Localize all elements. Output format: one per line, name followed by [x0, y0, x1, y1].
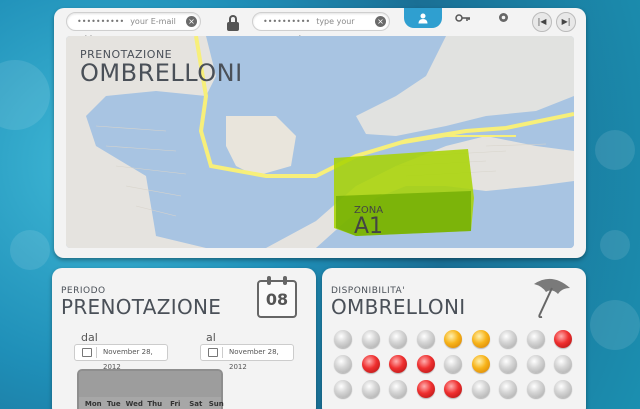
umbrella-spot-grey[interactable]: [554, 355, 572, 373]
calendar-small-icon: [82, 348, 92, 357]
umbrella-spot-grey[interactable]: [526, 380, 545, 398]
weekday-label: Wed: [125, 400, 143, 408]
weekday-label: Thu: [147, 400, 163, 408]
disponibilita-title-big: OMBRELLONI: [331, 295, 466, 319]
calendar-icon: 08: [257, 276, 297, 318]
calendar-small-icon: [208, 348, 218, 357]
weekday-label: Fri: [170, 400, 181, 408]
calendar-day: 08: [265, 290, 289, 309]
tab-key[interactable]: [444, 8, 482, 28]
skip-back-icon: |◀: [537, 17, 547, 26]
to-date-value: November 28, 2012: [229, 348, 279, 371]
bokeh-decoration: [10, 230, 50, 270]
lock-icon: [226, 15, 240, 31]
umbrella-spot-grey[interactable]: [499, 355, 517, 373]
periodo-title: PERIODO PRENOTAZIONE: [61, 286, 221, 319]
email-dots: ••••••••••: [77, 17, 125, 26]
disponibilita-panel: DISPONIBILITA' OMBRELLONI: [322, 268, 586, 409]
umbrella-spot-grey[interactable]: [416, 330, 435, 348]
from-label: dal: [81, 331, 98, 344]
weekday-label: Mon: [84, 400, 102, 408]
zone-id: A1: [354, 214, 384, 239]
disponibilita-title: DISPONIBILITA' OMBRELLONI: [331, 286, 465, 319]
to-label: al: [206, 331, 216, 344]
umbrella-spot-grey[interactable]: [499, 380, 517, 398]
umbrella-spot-grey[interactable]: [334, 380, 352, 398]
bokeh-decoration: [600, 230, 630, 260]
map-title: PRENOTAZIONE OMBRELLONI: [80, 48, 243, 87]
umbrella-spot-grey[interactable]: [471, 380, 490, 398]
weekday-label: Sun: [208, 400, 224, 408]
periodo-title-big: PRENOTAZIONE: [61, 295, 222, 319]
tab-settings[interactable]: [484, 8, 522, 28]
umbrella-spot-red[interactable]: [361, 355, 380, 373]
to-date-field[interactable]: November 28, 2012: [200, 344, 294, 371]
umbrella-spot-red[interactable]: [416, 355, 435, 373]
clear-password-icon[interactable]: ×: [375, 16, 386, 27]
umbrella-spot-grey[interactable]: [361, 380, 380, 398]
umbrella-spot-orange[interactable]: [471, 355, 490, 373]
umbrella-spot-grey[interactable]: [554, 380, 572, 398]
calendar-header: [79, 371, 221, 397]
from-date-value: November 28, 2012: [103, 348, 153, 371]
umbrella-spot-grey[interactable]: [499, 330, 517, 348]
umbrella-spot-red[interactable]: [444, 380, 462, 398]
prev-button[interactable]: |◀: [532, 12, 552, 32]
umbrella-spot-red[interactable]: [554, 330, 572, 348]
map-title-big: OMBRELLONI: [80, 59, 243, 87]
zone-label: ZONA A1: [354, 206, 383, 238]
umbrella-spot-orange[interactable]: [444, 330, 462, 348]
umbrella-spot-grey[interactable]: [389, 380, 407, 398]
umbrella-spot-grey[interactable]: [526, 330, 545, 348]
user-icon: [418, 13, 428, 24]
bokeh-decoration: [595, 130, 635, 170]
map-panel: ••••••••••your E-mail address × ••••••••…: [54, 8, 586, 258]
from-date-field[interactable]: November 28, 2012: [74, 344, 168, 371]
umbrella-spot-grey[interactable]: [389, 330, 407, 348]
weekday-label: Tue: [106, 400, 121, 408]
email-field[interactable]: ••••••••••your E-mail address ×: [66, 12, 201, 43]
umbrella-spot-red[interactable]: [416, 380, 435, 398]
weekday-label: Sat: [189, 400, 203, 408]
beach-map[interactable]: PRENOTAZIONE OMBRELLONI ZONA A1: [66, 36, 574, 248]
key-icon: [455, 14, 470, 22]
password-dots: ••••••••••: [263, 17, 311, 26]
umbrella-spot-orange[interactable]: [471, 330, 490, 348]
umbrella-spot-grey[interactable]: [526, 355, 545, 373]
weekday-row: Mon Tue Wed Thu Fri Sat Sun: [83, 400, 227, 408]
umbrella-spot-red[interactable]: [389, 355, 407, 373]
umbrella-spot-grey[interactable]: [444, 355, 462, 373]
date-picker-calendar[interactable]: Mon Tue Wed Thu Fri Sat Sun: [77, 369, 224, 409]
next-button[interactable]: ▶|: [556, 12, 576, 32]
umbrella-spot-grey[interactable]: [361, 330, 380, 348]
bokeh-decoration: [590, 300, 640, 350]
umbrella-icon: [534, 278, 570, 318]
bokeh-decoration: [0, 60, 50, 130]
periodo-panel: PERIODO PRENOTAZIONE 08 dal November 28,…: [52, 268, 316, 409]
umbrella-spot-grey[interactable]: [334, 355, 352, 373]
gear-icon: [498, 13, 508, 22]
umbrella-spot-grey[interactable]: [334, 330, 352, 348]
clear-email-icon[interactable]: ×: [186, 16, 197, 27]
tab-login[interactable]: [404, 8, 442, 28]
password-field[interactable]: ••••••••••type your password ×: [252, 12, 390, 43]
skip-forward-icon: ▶|: [561, 17, 571, 26]
